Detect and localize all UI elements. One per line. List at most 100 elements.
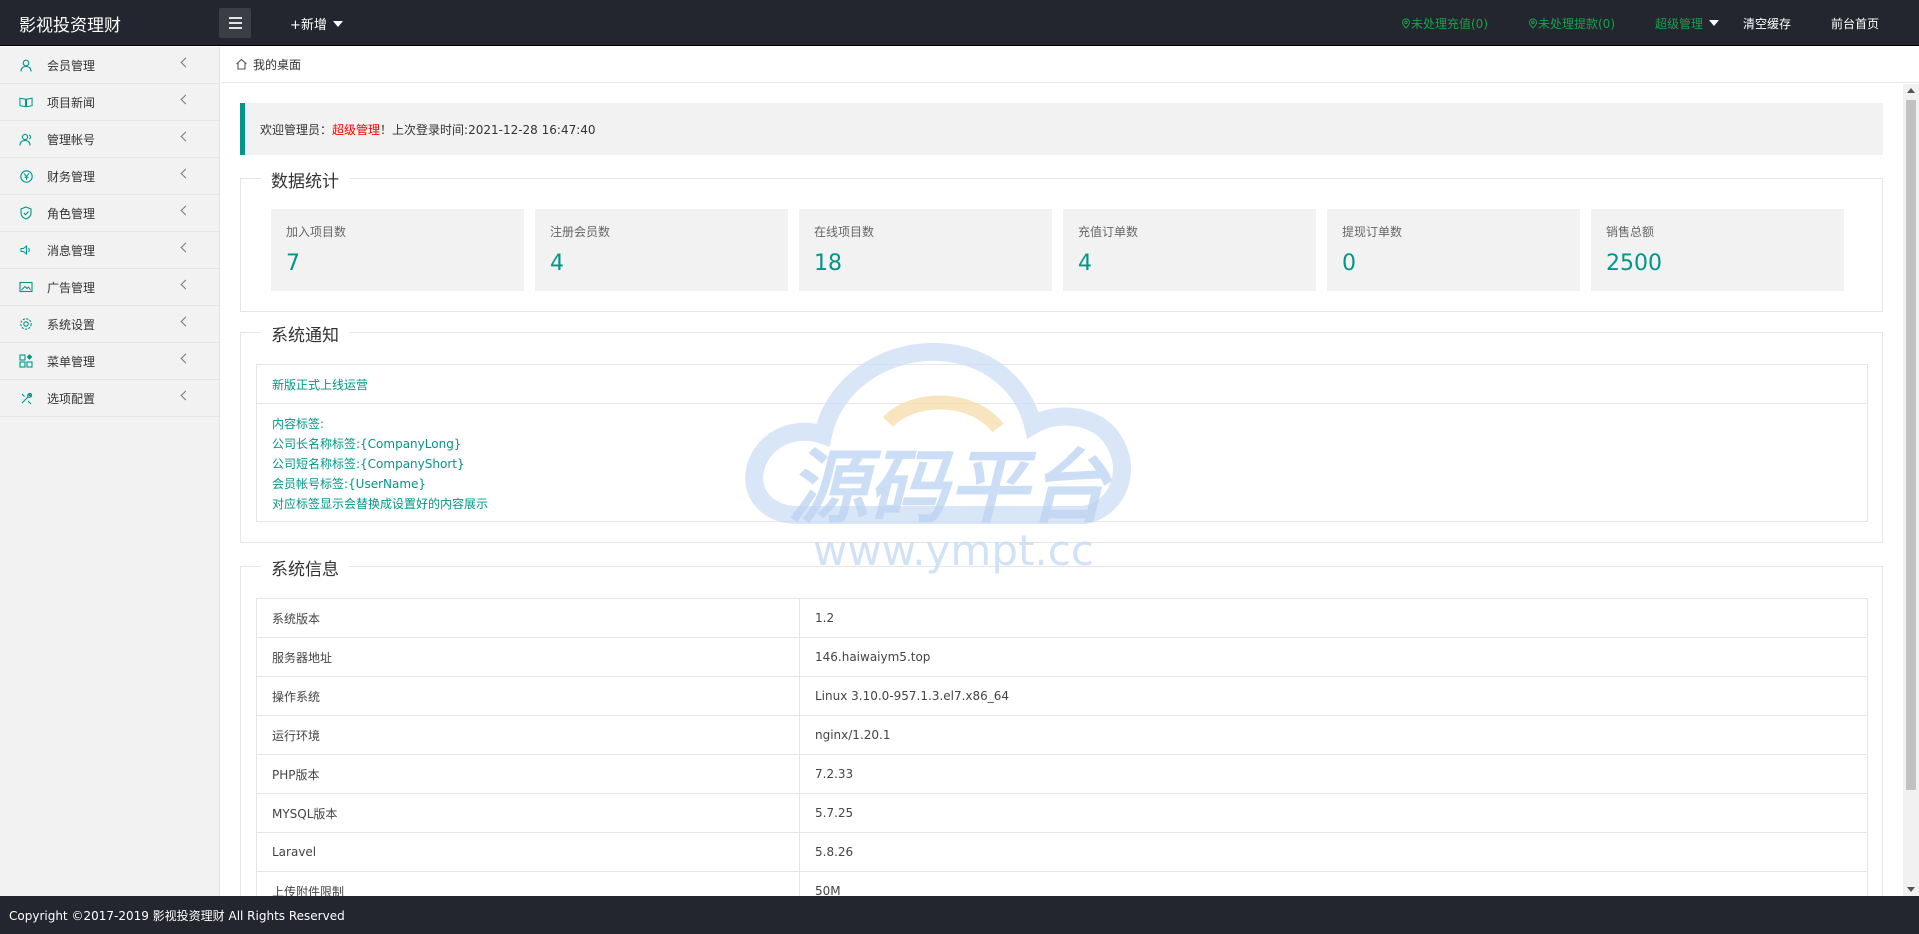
add-new-dropdown[interactable]: +新增 bbox=[290, 14, 343, 33]
sidebar-item-label: 系统设置 bbox=[47, 317, 96, 332]
sidebar-item-messages[interactable]: 消息管理 bbox=[0, 232, 219, 269]
table-cell-value: 146.haiwaiym5.top bbox=[799, 637, 1868, 677]
stats-title: 数据统计 bbox=[261, 167, 349, 192]
notice-line: 公司短名称标签:{CompanyShort} bbox=[272, 457, 465, 471]
stat-label: 提现订单数 bbox=[1342, 225, 1403, 239]
stat-label: 注册会员数 bbox=[550, 225, 611, 239]
users-icon bbox=[19, 132, 33, 146]
stat-label: 加入项目数 bbox=[286, 225, 347, 239]
yen-icon bbox=[19, 169, 33, 183]
breadcrumb-current-page[interactable]: 我的桌面 bbox=[253, 56, 301, 73]
notice-card: 新版正式上线运营 内容标签: 公司长名称标签:{CompanyLong} 公司短… bbox=[256, 364, 1868, 522]
shield-icon bbox=[19, 206, 33, 220]
sidebar-item-label: 广告管理 bbox=[47, 280, 96, 295]
sidebar-toggle-button[interactable] bbox=[219, 8, 251, 38]
pending-recharge-link[interactable]: 未处理充值(0) bbox=[1401, 15, 1488, 32]
scroll-up-arrow-icon[interactable] bbox=[1907, 88, 1915, 93]
sidebar-item-options[interactable]: 选项配置 bbox=[0, 380, 219, 417]
stat-label: 在线项目数 bbox=[814, 225, 875, 239]
content-scrollbar[interactable] bbox=[1903, 84, 1919, 896]
clear-cache-link[interactable]: 清空缓存 bbox=[1743, 15, 1791, 32]
pending-withdraw-label: 未处理提款(0) bbox=[1538, 17, 1615, 31]
tools-icon bbox=[19, 391, 33, 405]
top-header: 影视投资理财 +新增 未处理充值(0) 未处理提款(0) 超级管理 清空缓存 前… bbox=[0, 0, 1919, 46]
breadcrumb: 我的桌面 bbox=[221, 47, 1919, 83]
sidebar-item-ads[interactable]: 广告管理 bbox=[0, 269, 219, 306]
notice-body: 内容标签: 公司长名称标签:{CompanyLong} 公司短名称标签:{Com… bbox=[257, 404, 1867, 524]
book-icon bbox=[19, 95, 33, 109]
caret-down-icon bbox=[1709, 20, 1720, 26]
table-cell-value: 5.8.26 bbox=[799, 832, 1868, 872]
map-pin-icon bbox=[1528, 18, 1538, 29]
sysinfo-title: 系统信息 bbox=[261, 555, 349, 580]
sidebar-item-label: 菜单管理 bbox=[47, 354, 96, 369]
gear-icon bbox=[19, 317, 33, 331]
caret-down-icon bbox=[332, 21, 343, 27]
table-cell-value: 7.2.33 bbox=[799, 754, 1868, 794]
table-cell-value: 1.2 bbox=[799, 598, 1868, 638]
table-row: MYSQL版本 5.7.25 bbox=[256, 793, 1868, 833]
sidebar-item-label: 项目新闻 bbox=[47, 95, 96, 110]
stat-card: 销售总额 2500 bbox=[1591, 209, 1844, 291]
sidebar-item-label: 角色管理 bbox=[47, 206, 96, 221]
sysinfo-table: 系统版本 1.2 服务器地址 146.haiwaiym5.top 操作系统 Linux… bbox=[256, 598, 1868, 896]
table-cell-key: MYSQL版本 bbox=[256, 793, 800, 833]
sysinfo-panel: 系统信息 系统版本 1.2 服务器地址 146.haiwaiym5.top 操作系统… bbox=[240, 555, 1883, 896]
table-cell-key: 服务器地址 bbox=[256, 637, 800, 677]
chevron-left-icon bbox=[180, 390, 191, 401]
chevron-left-icon bbox=[180, 242, 191, 253]
table-cell-value: nginx/1.20.1 bbox=[799, 715, 1868, 755]
sidebar-item-news[interactable]: 项目新闻 bbox=[0, 84, 219, 121]
admin-user-label: 超级管理 bbox=[1655, 17, 1704, 31]
welcome-banner: 欢迎管理员： 超级管理 ！上次登录时间:2021-12-28 16:47:40 bbox=[240, 103, 1883, 155]
table-row: PHP版本 7.2.33 bbox=[256, 754, 1868, 794]
home-icon[interactable] bbox=[235, 55, 248, 74]
notice-line: 对应标签显示会替换成设置好的内容展示 bbox=[272, 497, 489, 511]
stat-value: 18 bbox=[814, 251, 842, 276]
stat-card: 加入项目数 7 bbox=[271, 209, 524, 291]
pending-recharge-label: 未处理充值(0) bbox=[1411, 17, 1488, 31]
sidebar-item-roles[interactable]: 角色管理 bbox=[0, 195, 219, 232]
table-cell-value: Linux 3.10.0-957.1.3.el7.x86_64 bbox=[799, 676, 1868, 716]
notice-heading: 新版正式上线运营 bbox=[257, 365, 1867, 404]
sidebar-item-accounts[interactable]: 管理帐号 bbox=[0, 121, 219, 158]
welcome-prefix: 欢迎管理员： bbox=[260, 122, 333, 137]
notice-line: 会员帐号标签:{UserName} bbox=[272, 477, 427, 491]
table-row: 操作系统 Linux 3.10.0-957.1.3.el7.x86_64 bbox=[256, 676, 1868, 716]
table-row: Laravel 5.8.26 bbox=[256, 832, 1868, 872]
app-logo-title[interactable]: 影视投资理财 bbox=[19, 11, 121, 36]
sidebar-item-members[interactable]: 会员管理 bbox=[0, 47, 219, 84]
hamburger-icon bbox=[228, 17, 242, 19]
scroll-down-arrow-icon[interactable] bbox=[1907, 887, 1915, 892]
chevron-left-icon bbox=[180, 57, 191, 68]
sidebar-item-label: 消息管理 bbox=[47, 243, 96, 258]
user-icon bbox=[19, 58, 33, 72]
stat-value: 7 bbox=[286, 251, 300, 276]
app-grid-icon bbox=[19, 354, 33, 368]
sidebar: 会员管理 项目新闻 管理帐号 财务管理 角色管理 消息管理 广告管理 系统设置 bbox=[0, 47, 220, 896]
admin-user-dropdown[interactable]: 超级管理 bbox=[1655, 15, 1720, 32]
image-icon bbox=[19, 280, 33, 294]
notice-panel: 系统通知 新版正式上线运营 内容标签: 公司长名称标签:{CompanyLong… bbox=[240, 321, 1883, 543]
sidebar-item-menus[interactable]: 菜单管理 bbox=[0, 343, 219, 380]
chevron-left-icon bbox=[180, 353, 191, 364]
stat-value: 0 bbox=[1342, 251, 1356, 276]
sidebar-item-label: 管理帐号 bbox=[47, 132, 96, 147]
stat-card: 提现订单数 0 bbox=[1327, 209, 1580, 291]
stat-label: 充值订单数 bbox=[1078, 225, 1139, 239]
table-row: 服务器地址 146.haiwaiym5.top bbox=[256, 637, 1868, 677]
admin-role-name: 超级管理 bbox=[332, 122, 381, 137]
sidebar-item-label: 选项配置 bbox=[47, 391, 96, 406]
chevron-left-icon bbox=[180, 316, 191, 327]
stat-value: 4 bbox=[550, 251, 564, 276]
table-row: 系统版本 1.2 bbox=[256, 598, 1868, 638]
sidebar-item-finance[interactable]: 财务管理 bbox=[0, 158, 219, 195]
last-login-text: ！上次登录时间:2021-12-28 16:47:40 bbox=[380, 122, 596, 137]
sidebar-item-settings[interactable]: 系统设置 bbox=[0, 306, 219, 343]
pending-withdraw-link[interactable]: 未处理提款(0) bbox=[1528, 15, 1615, 32]
chevron-left-icon bbox=[180, 94, 191, 105]
front-home-link[interactable]: 前台首页 bbox=[1831, 15, 1879, 32]
scrollbar-thumb[interactable] bbox=[1906, 100, 1916, 790]
notice-line: 内容标签: bbox=[272, 417, 325, 431]
notice-line: 公司长名称标签:{CompanyLong} bbox=[272, 437, 462, 451]
